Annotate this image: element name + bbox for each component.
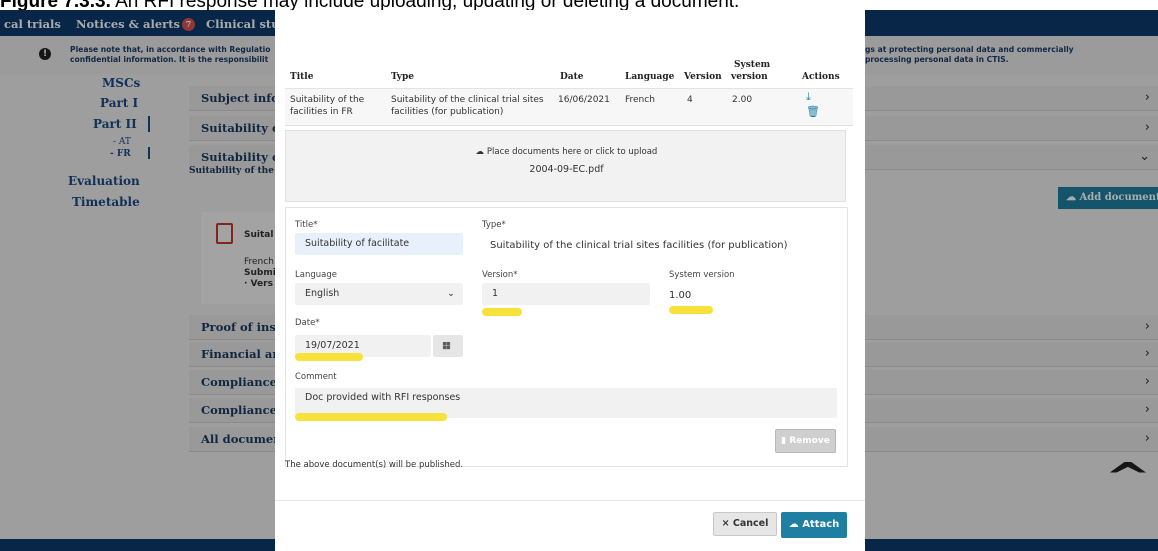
- type-value: Suitability of the clinical trial sites …: [490, 240, 788, 251]
- system-version-value: 1.00: [669, 290, 692, 301]
- document-modal: Title Type Date Language Version System …: [275, 10, 865, 551]
- caption-label: Figure 7.3.3.: [0, 0, 111, 10]
- date-label: Date*: [295, 318, 320, 328]
- version-label: Version*: [482, 270, 518, 280]
- attach-button[interactable]: ☁ Attach: [781, 512, 847, 538]
- col-system-version-2: version: [731, 72, 768, 82]
- highlight-version: [482, 308, 522, 316]
- col-language: Language: [625, 72, 675, 82]
- title-label: Title*: [295, 220, 318, 230]
- cloud-upload-icon: ☁: [788, 519, 803, 530]
- language-label: Language: [295, 270, 337, 280]
- highlight-comment: [295, 413, 447, 421]
- caption-text: An RFI response may include uploading, u…: [111, 0, 739, 10]
- remove-button[interactable]: ▮ Remove: [775, 429, 836, 453]
- document-form: Title* Suitability of facilitate Type* S…: [285, 207, 848, 467]
- col-version: Version: [684, 72, 722, 82]
- upload-dropzone[interactable]: ☁ Place documents here or click to uploa…: [285, 130, 846, 202]
- remove-label: Remove: [789, 436, 830, 446]
- col-system-version-1: System: [734, 60, 771, 70]
- dropzone-instructions: ☁ Place documents here or click to uploa…: [286, 147, 847, 157]
- chevron-down-icon: ⌄: [447, 288, 455, 299]
- dropzone-file-name: 2004-09-EC.pdf: [529, 164, 604, 175]
- close-icon: ×: [721, 518, 733, 529]
- attach-label: Attach: [802, 519, 840, 530]
- col-title: Title: [290, 72, 314, 82]
- title-input[interactable]: Suitability of facilitate: [295, 233, 463, 255]
- calendar-icon[interactable]: ▦: [433, 335, 463, 357]
- language-select-value: English: [305, 288, 340, 299]
- cloud-upload-icon: ☁: [475, 147, 487, 157]
- highlight-date: [295, 353, 363, 361]
- dropzone-text: Place documents here or click to upload: [486, 147, 658, 157]
- system-version-label: System version: [669, 270, 735, 280]
- row-title-line1: Suitability of the: [290, 95, 365, 105]
- cancel-button[interactable]: × Cancel: [713, 512, 777, 536]
- cancel-label: Cancel: [732, 518, 769, 529]
- modal-footer-divider: [275, 500, 865, 501]
- col-actions: Actions: [802, 72, 840, 82]
- language-select[interactable]: English ⌄: [295, 283, 463, 305]
- type-label: Type*: [482, 220, 506, 230]
- screenshot-root: Figure 7.3.3. An RFI response may includ…: [0, 0, 1158, 551]
- download-icon[interactable]: ⤓: [806, 90, 811, 104]
- publish-note: The above document(s) will be published.: [285, 460, 464, 470]
- delete-icon[interactable]: 🗑: [806, 105, 820, 118]
- row-type-line1: Suitability of the clinical trial sites: [391, 95, 544, 105]
- highlight-system-version: [669, 306, 713, 314]
- col-type: Type: [391, 72, 414, 82]
- row-language: French: [625, 95, 655, 105]
- comment-label: Comment: [295, 372, 337, 382]
- row-type-line2: facilities (for publication): [391, 107, 504, 117]
- figure-caption: Figure 7.3.3. An RFI response may includ…: [0, 0, 1158, 10]
- version-input[interactable]: 1: [482, 283, 650, 305]
- row-date: 16/06/2021: [558, 95, 610, 105]
- col-date: Date: [560, 72, 584, 82]
- row-system-version: 2.00: [732, 95, 753, 105]
- row-version: 4: [687, 95, 693, 105]
- row-title-line2: facilities in FR: [290, 107, 353, 117]
